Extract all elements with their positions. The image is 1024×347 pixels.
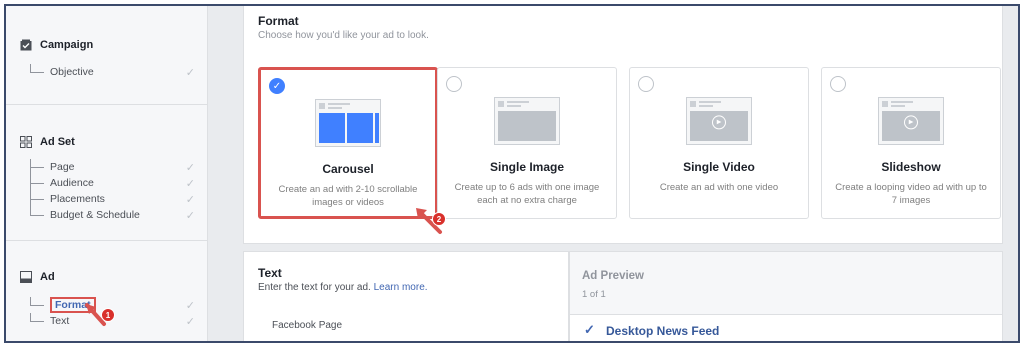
sidebar-item-label: Placements [50, 193, 105, 205]
slideshow-thumbnail-icon: ▶ [878, 97, 944, 145]
play-icon: ▶ [904, 115, 918, 130]
preview-placement-label: Desktop News Feed [606, 324, 720, 338]
sidebar-heading-label: Campaign [40, 39, 94, 51]
video-thumbnail-icon: ▶ [686, 97, 752, 145]
check-icon: ✓ [185, 209, 195, 222]
radio-unchecked-icon[interactable] [446, 76, 462, 92]
image-thumbnail-icon [494, 97, 560, 145]
carousel-thumbnail-icon [315, 99, 381, 147]
sidebar-item-label: Audience [50, 177, 94, 189]
tree-connector [30, 312, 44, 322]
check-icon: ✓ [185, 161, 195, 174]
check-icon: ✓ [185, 177, 195, 190]
sidebar-section-adset: Ad Set Page ✓ Audience ✓ Placements ✓ Bu… [6, 105, 208, 241]
format-option-single-video[interactable]: ▶ Single Video Create an ad with one vid… [629, 67, 809, 219]
sidebar-heading-adset[interactable]: Ad Set [20, 136, 75, 148]
check-icon: ✓ [185, 299, 195, 312]
format-option-desc: Create up to 6 ads with one image each a… [454, 182, 600, 206]
radio-checked-icon[interactable]: ✓ [269, 78, 285, 94]
sidebar-item-label: Page [50, 161, 75, 173]
facebook-page-label: Facebook Page [272, 320, 343, 331]
play-icon: ▶ [712, 115, 726, 130]
check-icon: ✓ [185, 66, 195, 79]
sidebar: Campaign Objective ✓ Ad Set Page ✓ Audie… [6, 6, 208, 341]
learn-more-link[interactable]: Learn more. [374, 282, 428, 293]
format-option-title: Carousel [322, 162, 374, 176]
sidebar-heading-label: Ad Set [40, 136, 75, 148]
sidebar-section-ad: Ad Format ✓ Text ✓ 1 [6, 241, 208, 341]
sidebar-item-page[interactable]: Page ✓ [30, 158, 195, 174]
preview-title: Ad Preview [582, 270, 644, 282]
format-option-desc: Create an ad with one video [659, 182, 779, 193]
radio-unchecked-icon[interactable] [638, 76, 654, 92]
sidebar-heading-ad[interactable]: Ad [20, 271, 55, 283]
check-icon: ✓ [185, 315, 195, 328]
campaign-check-icon [20, 39, 32, 51]
format-option-title: Slideshow [881, 160, 941, 174]
section-subtitle-format: Choose how you'd like your ad to look. [258, 30, 429, 41]
format-option-desc: Create an ad with 2-10 scrollable images… [278, 184, 418, 208]
tree-connector [30, 174, 44, 184]
format-option-desc: Create a looping video ad with up to 7 i… [835, 182, 987, 206]
ads-manager-frame: Campaign Objective ✓ Ad Set Page ✓ Audie… [4, 4, 1020, 343]
section-subtitle-text: Enter the text for your ad. Learn more. [258, 282, 428, 293]
sidebar-item-placements[interactable]: Placements ✓ [30, 190, 195, 206]
format-option-title: Single Video [683, 160, 755, 174]
text-subtitle-label: Enter the text for your ad. [258, 282, 371, 293]
annotation-badge-2: 2 [432, 212, 446, 226]
ad-layout-icon [20, 271, 32, 283]
format-option-title: Single Image [489, 160, 565, 174]
format-option-slideshow[interactable]: ▶ Slideshow Create a looping video ad wi… [821, 67, 1001, 219]
preview-placement-row[interactable]: ✓ Desktop News Feed [570, 314, 1002, 341]
sidebar-heading-campaign[interactable]: Campaign [20, 39, 93, 51]
section-title-format: Format [258, 14, 299, 28]
tree-connector [30, 190, 44, 200]
radio-unchecked-icon[interactable] [830, 76, 846, 92]
format-panel: Format Choose how you'd like your ad to … [243, 6, 1003, 244]
sidebar-section-campaign: Campaign Objective ✓ [6, 6, 208, 105]
tree-connector [30, 206, 44, 216]
section-title-text: Text [258, 266, 282, 280]
sidebar-item-objective[interactable]: Objective ✓ [30, 63, 195, 79]
sidebar-item-audience[interactable]: Audience ✓ [30, 174, 195, 190]
format-option-single-image[interactable]: Single Image Create up to 6 ads with one… [437, 67, 617, 219]
tree-connector [30, 296, 44, 306]
sidebar-item-budget-schedule[interactable]: Budget & Schedule ✓ [30, 206, 195, 222]
annotation-badge-1: 1 [101, 308, 115, 322]
ad-preview-panel: Ad Preview 1 of 1 ✓ Desktop News Feed [569, 251, 1003, 341]
format-option-carousel[interactable]: ✓ Carousel Create an ad with 2-10 scroll… [258, 67, 438, 219]
tree-connector [30, 63, 44, 73]
preview-count: 1 of 1 [582, 289, 606, 300]
check-icon: ✓ [185, 193, 195, 206]
sidebar-item-label: Text [50, 315, 70, 327]
sidebar-item-label: Objective [50, 66, 94, 78]
tree-connector [30, 158, 44, 168]
sidebar-heading-label: Ad [40, 271, 55, 283]
sidebar-item-label: Budget & Schedule [50, 209, 140, 221]
adset-grid-icon [20, 136, 32, 148]
text-panel: Text Enter the text for your ad. Learn m… [243, 251, 569, 341]
checkmark-icon: ✓ [584, 322, 595, 337]
